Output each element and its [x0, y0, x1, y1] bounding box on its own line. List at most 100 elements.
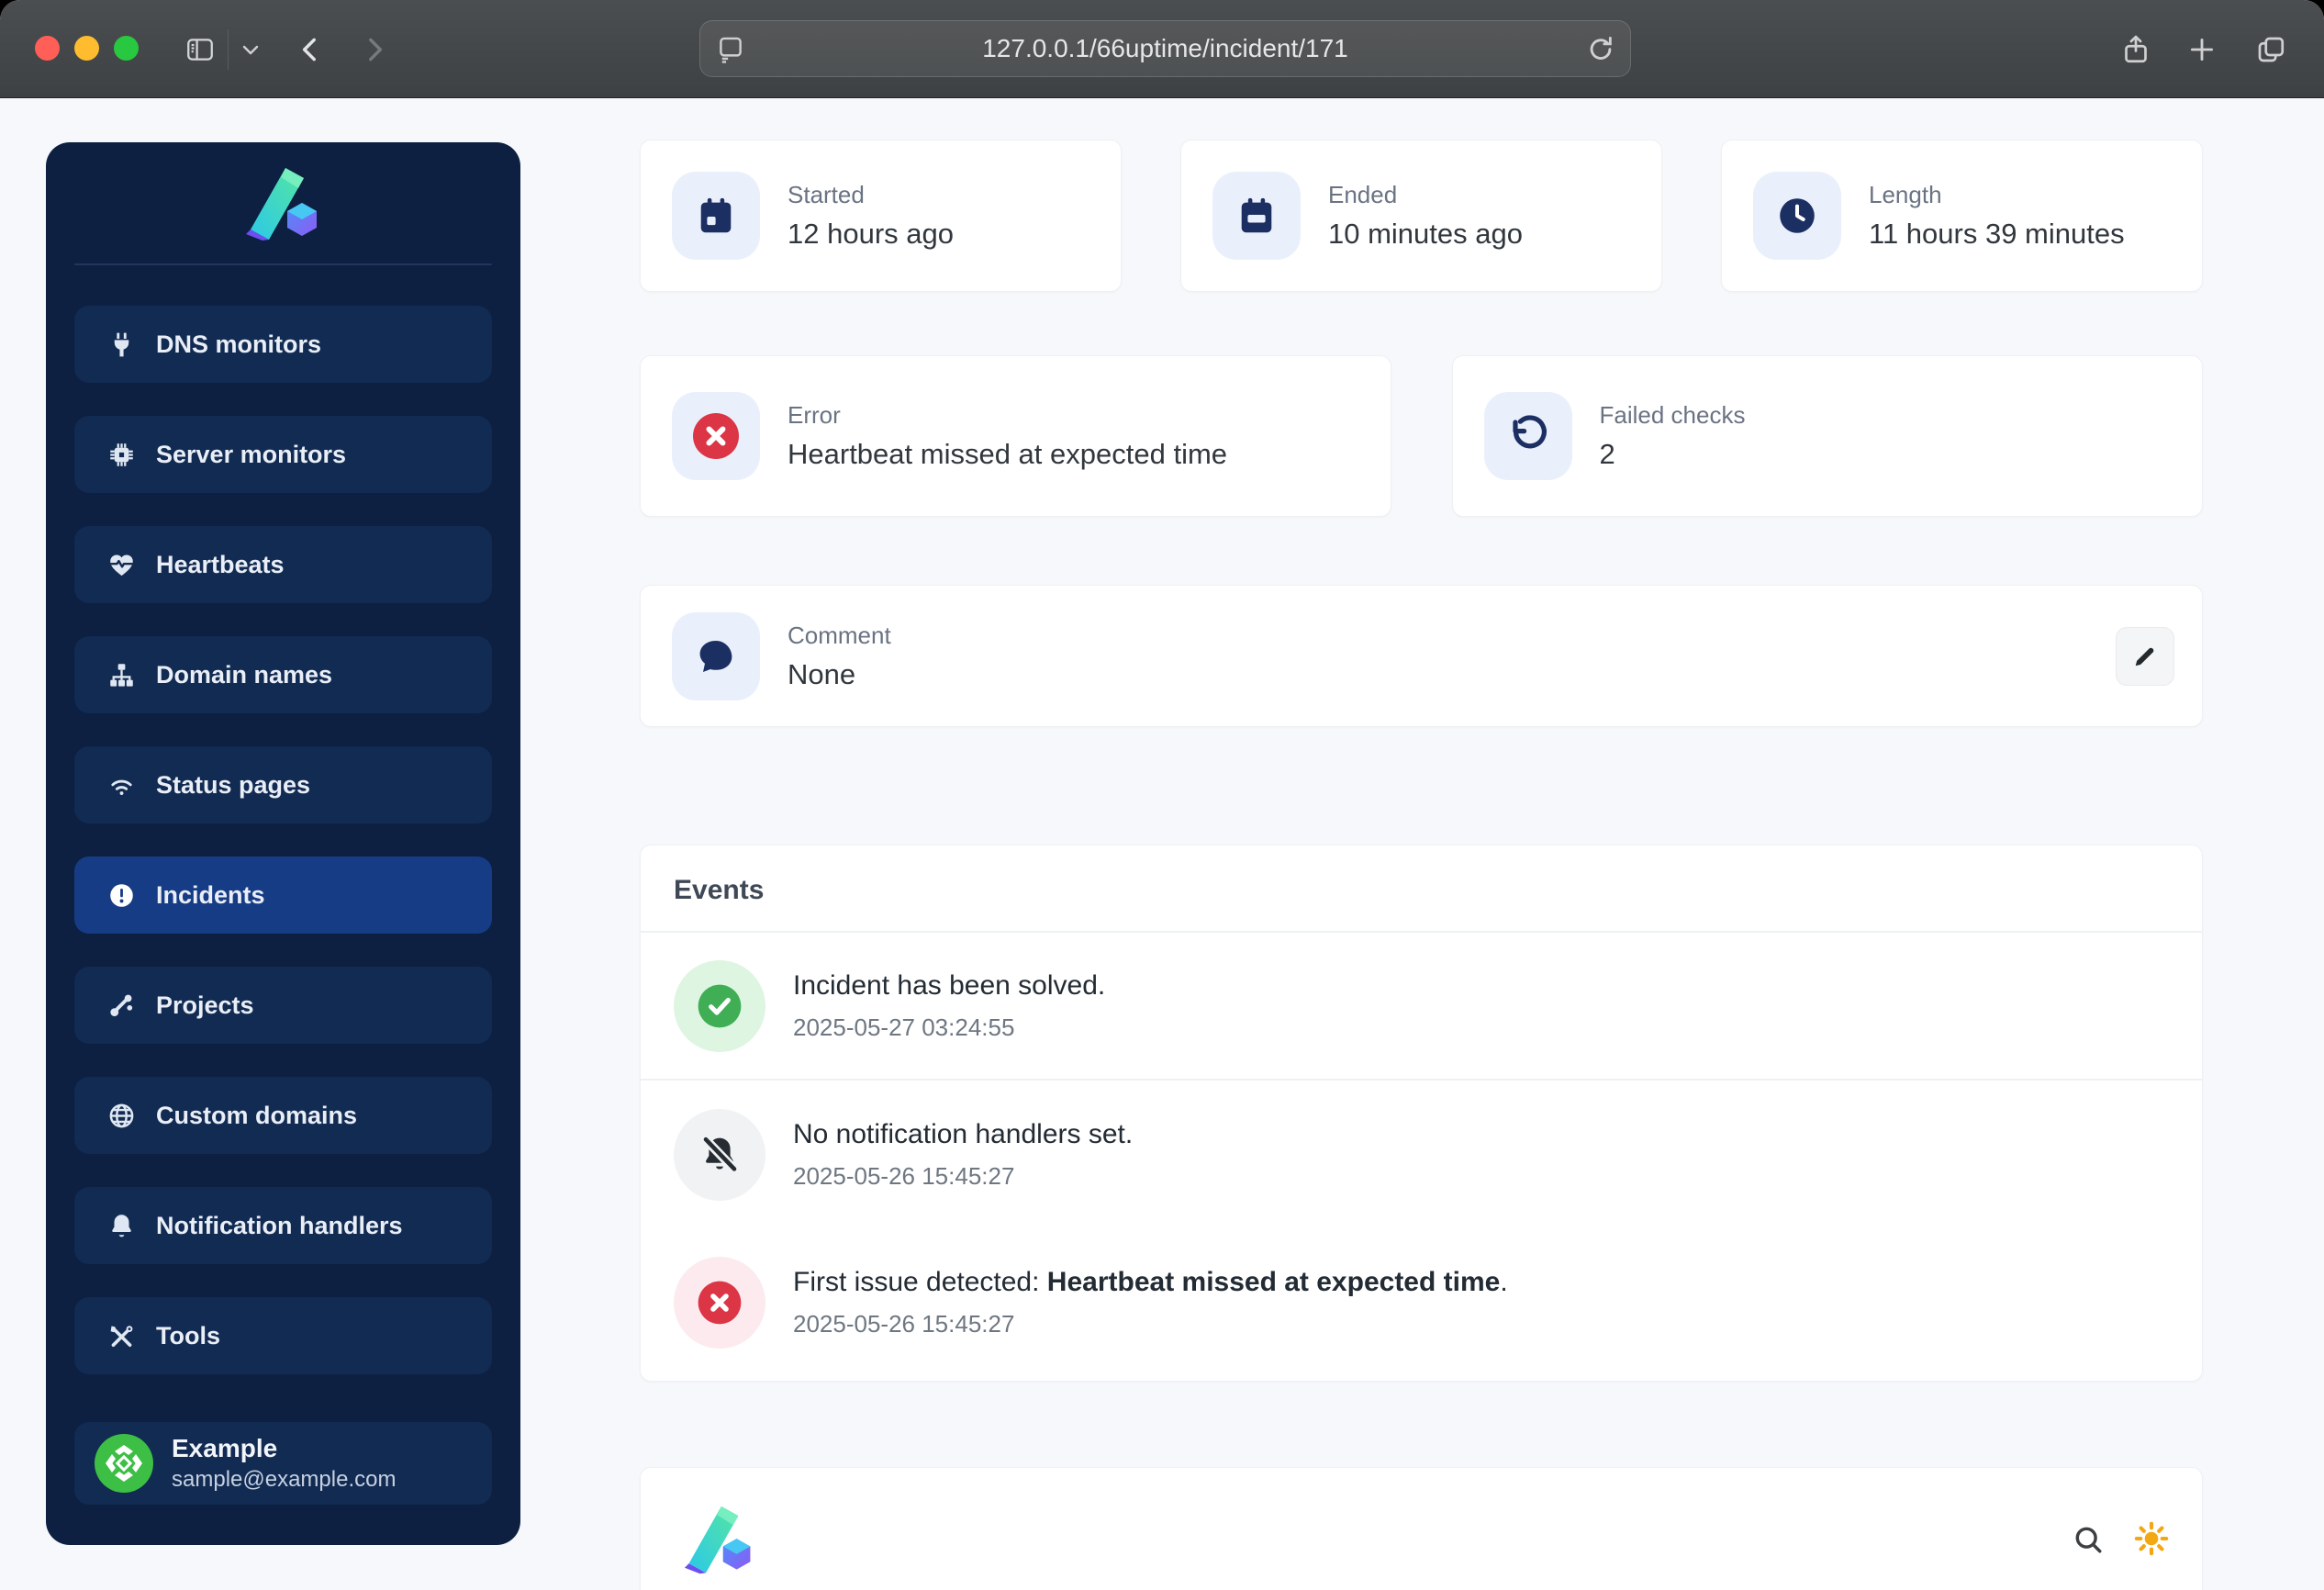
share-button[interactable] — [2116, 0, 2156, 98]
reload-icon[interactable] — [1584, 33, 1617, 66]
address-bar[interactable]: 127.0.0.1/66uptime/incident/171 — [699, 20, 1631, 77]
error-icon-box — [672, 392, 760, 480]
error-label: Error — [788, 401, 841, 429]
calendar-week-icon — [1241, 197, 1272, 233]
share-nodes-icon — [110, 994, 133, 1016]
sidebar-item-label: Notification handlers — [156, 1211, 403, 1239]
sidebar-menu-button[interactable] — [235, 0, 266, 98]
rotate-left-icon — [1512, 415, 1547, 449]
circle-xmark-icon — [693, 413, 739, 459]
search-icon[interactable] — [2072, 1523, 2105, 1556]
circle-exclamation-icon — [110, 883, 133, 907]
sidebar-item-heartbeats[interactable]: Heartbeats — [74, 526, 492, 603]
sidebar-divider — [74, 263, 492, 265]
sidebar-item-status-pages[interactable]: Status pages — [74, 746, 492, 823]
event-timestamp: 2025-05-27 03:24:55 — [793, 1013, 1015, 1041]
sidebar-toggle-button[interactable] — [180, 0, 220, 98]
sidebar-item-server-monitors[interactable]: Server monitors — [74, 416, 492, 493]
sidebar-icon — [187, 38, 213, 61]
sun-icon[interactable] — [2134, 1521, 2169, 1556]
globe-icon — [109, 1103, 134, 1127]
event-text: No notification handlers set. — [793, 1118, 1134, 1149]
event-text: Incident has been solved. — [793, 969, 1106, 1001]
sidebar-item-custom-domains[interactable]: Custom domains — [74, 1077, 492, 1154]
clock-icon — [1780, 198, 1815, 233]
share-icon — [2125, 35, 2147, 62]
ended-label: Ended — [1328, 181, 1398, 208]
minimize-button[interactable] — [74, 36, 99, 61]
failed-checks-label: Failed checks — [1599, 401, 1746, 429]
sidebar-item-label: Heartbeats — [156, 550, 285, 578]
sidebar-item-notification-handlers[interactable]: Notification handlers — [74, 1187, 492, 1264]
length-icon-box — [1753, 172, 1841, 260]
back-button[interactable] — [290, 0, 330, 98]
page-menu-icon — [720, 37, 742, 63]
started-label: Started — [788, 181, 865, 208]
close-button[interactable] — [35, 36, 60, 61]
calendar-day-icon — [700, 197, 732, 233]
account-name: Example — [172, 1434, 278, 1462]
sidebar-item-dns-monitors[interactable]: DNS monitors — [74, 306, 492, 383]
ended-value: 10 minutes ago — [1328, 218, 1523, 250]
toolbar-separator — [228, 29, 229, 70]
sidebar-item-label: Incidents — [156, 880, 265, 909]
account-menu[interactable]: Example sample@example.com — [74, 1422, 492, 1505]
sidebar-item-tools[interactable]: Tools — [74, 1297, 492, 1374]
circle-check-icon — [698, 984, 742, 1027]
error-value: Heartbeat missed at expected time — [788, 438, 1228, 470]
event-timestamp: 2025-05-26 15:45:27 — [793, 1309, 1015, 1338]
ended-card: Ended 10 minutes ago — [1180, 140, 1662, 292]
started-card: Started 12 hours ago — [640, 140, 1122, 292]
sidebar-item-label: DNS monitors — [156, 330, 322, 358]
edit-comment-button[interactable] — [2116, 626, 2174, 686]
comment-icon-box — [672, 611, 760, 700]
plug-icon — [114, 332, 129, 356]
forward-button[interactable] — [354, 0, 395, 98]
event-row: No notification handlers set. 2025-05-26… — [641, 1081, 2202, 1228]
sidebar-nav: DNS monitors Server monitors Heartbeats … — [74, 306, 492, 1374]
comment-label: Comment — [788, 621, 891, 649]
pencil-icon — [2135, 647, 2154, 666]
failed-checks-icon-box — [1483, 392, 1572, 480]
sidebar-item-projects[interactable]: Projects — [74, 967, 492, 1044]
comment-value: None — [788, 657, 856, 690]
events-card: Events Incident has been solved. 2025-05… — [640, 845, 2203, 1382]
new-tab-button[interactable] — [2182, 0, 2222, 98]
wifi-icon — [111, 779, 132, 795]
sidebar-item-label: Projects — [156, 991, 254, 1019]
event-text: First issue detected: Heartbeat missed a… — [793, 1266, 1508, 1297]
length-card: Length 11 hours 39 minutes — [1721, 140, 2203, 292]
sidebar-item-label: Custom domains — [156, 1101, 358, 1129]
app-logo — [684, 1506, 751, 1574]
stat-row-second: Error Heartbeat missed at expected time … — [640, 355, 2203, 517]
event-badge — [674, 1256, 765, 1349]
started-icon-box — [672, 172, 760, 260]
sidebar-item-incidents[interactable]: Incidents — [74, 857, 492, 934]
account-info: Example sample@example.com — [172, 1434, 396, 1493]
new-tab-icon — [2190, 38, 2214, 61]
event-timestamp: 2025-05-26 15:45:27 — [793, 1161, 1015, 1190]
page-body: DNS monitors Server monitors Heartbeats … — [0, 98, 2324, 1590]
back-icon — [302, 38, 316, 61]
stat-row-top: Started 12 hours ago Ended 10 minutes ag… — [640, 140, 2203, 292]
failed-checks-value: 2 — [1599, 438, 1615, 470]
sidebar-item-domain-names[interactable]: Domain names — [74, 636, 492, 713]
bell-icon — [112, 1214, 131, 1237]
comment-card: Comment None — [640, 585, 2203, 727]
tab-overview-button[interactable] — [2251, 0, 2291, 98]
started-value: 12 hours ago — [788, 218, 954, 250]
length-value: 11 hours 39 minutes — [1869, 218, 2125, 250]
footer-card — [640, 1467, 2203, 1590]
event-badge — [674, 959, 765, 1052]
zoom-button[interactable] — [114, 36, 139, 61]
sidebar-item-label: Server monitors — [156, 440, 347, 468]
traffic-lights — [35, 36, 139, 61]
sidebar-item-label: Tools — [156, 1321, 220, 1349]
tabs-icon — [2258, 37, 2285, 62]
event-badge — [674, 1108, 765, 1201]
error-card: Error Heartbeat missed at expected time — [640, 355, 1391, 517]
tools-icon — [110, 1325, 133, 1347]
browser-toolbar: 127.0.0.1/66uptime/incident/171 — [0, 0, 2324, 98]
comment-icon — [699, 640, 732, 672]
failed-checks-card: Failed checks 2 — [1451, 355, 2203, 517]
